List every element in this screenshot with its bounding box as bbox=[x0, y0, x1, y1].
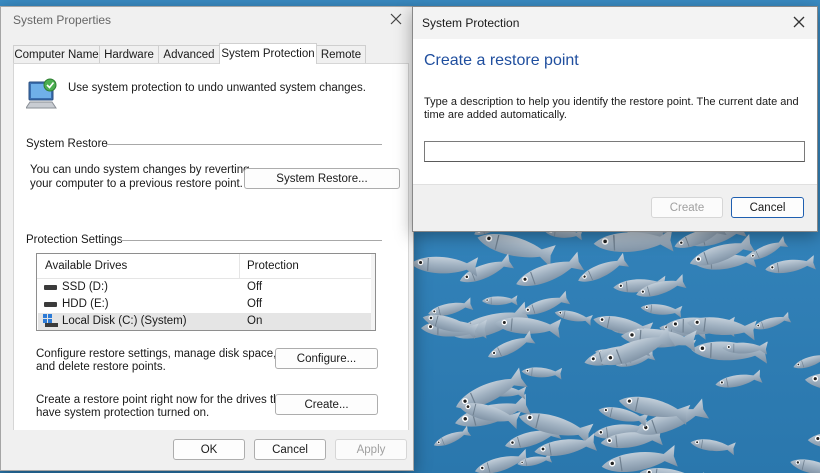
system-protection-dialog: System Protection Create a restore point… bbox=[412, 6, 818, 232]
drive-row-selected[interactable]: Local Disk (C:) (System) On bbox=[38, 313, 374, 330]
divider bbox=[120, 240, 382, 241]
drives-list[interactable]: Available Drives Protection SSD (D:) Off… bbox=[36, 253, 376, 331]
dialog-title: System Protection bbox=[422, 16, 520, 30]
tab-label: System Protection bbox=[221, 48, 315, 60]
dialog-description-1: Type a description to help you identify … bbox=[424, 96, 799, 108]
window-title: System Properties bbox=[13, 13, 112, 27]
system-restore-heading: System Restore bbox=[26, 138, 108, 150]
tab-label: Advanced bbox=[163, 48, 215, 61]
windows-drive-icon bbox=[43, 314, 58, 327]
dialog-description-2: time are added automatically. bbox=[424, 109, 567, 121]
ok-button[interactable]: OK bbox=[173, 439, 245, 460]
close-button[interactable] bbox=[781, 7, 817, 37]
configure-button[interactable]: Configure... bbox=[275, 348, 378, 369]
configure-description-1: Configure restore settings, manage disk … bbox=[36, 348, 277, 360]
divider bbox=[106, 144, 382, 145]
column-separator bbox=[239, 254, 240, 278]
drive-icon bbox=[44, 302, 57, 307]
apply-button[interactable]: Apply bbox=[335, 439, 407, 460]
scrollbar[interactable] bbox=[371, 254, 375, 330]
dialog-content: Create a restore point Type a descriptio… bbox=[413, 39, 817, 184]
system-restore-description-2: your computer to a previous restore poin… bbox=[30, 178, 243, 190]
cancel-button[interactable]: Cancel bbox=[731, 197, 804, 218]
dialog-footer: OK Cancel Apply bbox=[1, 430, 413, 470]
drive-protection-status: Off bbox=[247, 298, 263, 310]
system-properties-titlebar[interactable]: System Properties bbox=[1, 7, 413, 41]
drive-name: Local Disk (C:) (System) bbox=[62, 315, 187, 327]
system-protection-titlebar[interactable]: System Protection bbox=[413, 7, 817, 39]
system-restore-button[interactable]: System Restore... bbox=[244, 168, 400, 189]
tab-advanced[interactable]: Advanced bbox=[158, 45, 220, 63]
protection-settings-heading: Protection Settings bbox=[26, 234, 123, 246]
drive-icon bbox=[44, 285, 57, 290]
tab-hardware[interactable]: Hardware bbox=[99, 45, 159, 63]
system-protection-icon bbox=[25, 78, 60, 115]
drive-name: HDD (E:) bbox=[62, 298, 109, 310]
tab-label: Computer Name bbox=[14, 48, 99, 61]
drives-list-header: Available Drives Protection bbox=[37, 254, 375, 279]
tab-remote[interactable]: Remote bbox=[316, 45, 366, 63]
create-restore-point-button[interactable]: Create... bbox=[275, 394, 378, 415]
drive-row[interactable]: HDD (E:) Off bbox=[38, 296, 374, 313]
cancel-button[interactable]: Cancel bbox=[254, 439, 326, 460]
close-button[interactable] bbox=[381, 7, 411, 31]
column-header-available-drives[interactable]: Available Drives bbox=[45, 260, 127, 272]
tab-label: Hardware bbox=[104, 48, 154, 61]
close-icon bbox=[793, 16, 805, 28]
create-description-1: Create a restore point right now for the… bbox=[36, 394, 290, 406]
create-button[interactable]: Create bbox=[651, 197, 723, 218]
drive-row[interactable]: SSD (D:) Off bbox=[38, 279, 374, 296]
drive-protection-status: On bbox=[247, 315, 263, 327]
system-properties-window: System Properties Computer Name Hardware… bbox=[0, 6, 414, 471]
drive-protection-status: Off bbox=[247, 281, 263, 293]
intro-text: Use system protection to undo unwanted s… bbox=[68, 82, 366, 94]
dialog-footer: Create Cancel bbox=[413, 184, 817, 231]
close-icon bbox=[390, 13, 402, 25]
drive-name: SSD (D:) bbox=[62, 281, 108, 293]
create-description-2: have system protection turned on. bbox=[36, 407, 210, 419]
tab-label: Remote bbox=[320, 48, 362, 61]
restore-point-description-input[interactable] bbox=[424, 141, 805, 162]
configure-description-2: and delete restore points. bbox=[36, 361, 166, 373]
system-protection-panel: Use system protection to undo unwanted s… bbox=[13, 63, 409, 431]
dialog-heading: Create a restore point bbox=[424, 52, 579, 69]
system-restore-description-1: You can undo system changes by reverting bbox=[30, 164, 250, 176]
tab-system-protection[interactable]: System Protection bbox=[219, 43, 317, 64]
column-header-protection[interactable]: Protection bbox=[247, 260, 299, 272]
tab-computer-name[interactable]: Computer Name bbox=[13, 45, 100, 63]
